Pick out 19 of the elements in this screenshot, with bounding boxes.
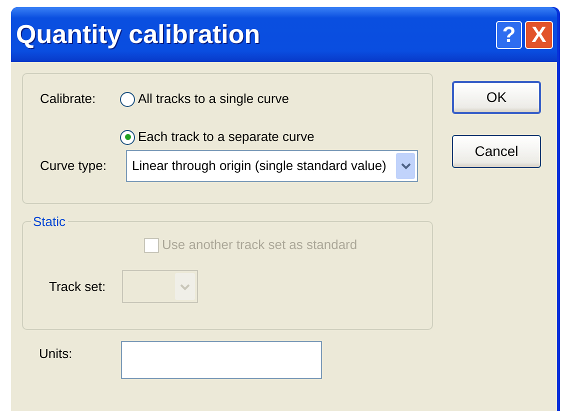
units-field[interactable] xyxy=(121,341,322,379)
curve-type-dropdown[interactable]: Linear through origin (single standard value) xyxy=(126,150,418,182)
calibrate-label: Calibrate: xyxy=(40,90,97,108)
curve-type-label: Curve type: xyxy=(40,157,108,176)
dropdown-button[interactable] xyxy=(396,153,415,179)
radio-label: All tracks to a single curve xyxy=(138,90,290,108)
chevron-icon xyxy=(180,282,190,290)
help-button[interactable]: ? xyxy=(496,20,522,48)
track-set-label: Track set: xyxy=(48,278,107,296)
radio-button[interactable] xyxy=(120,130,135,144)
chevron-icon xyxy=(400,162,410,170)
units-label: Units: xyxy=(39,345,74,363)
radio-button[interactable] xyxy=(120,92,135,106)
checkbox-label: Use another track set as standard xyxy=(162,236,358,254)
window-title: Quantity calibration xyxy=(16,18,262,51)
radio-label: Each track to a separate curve xyxy=(138,128,314,146)
ok-button[interactable]: OK xyxy=(452,81,541,114)
cancel-button[interactable]: Cancel xyxy=(452,135,541,168)
close-button[interactable]: X xyxy=(525,20,553,48)
